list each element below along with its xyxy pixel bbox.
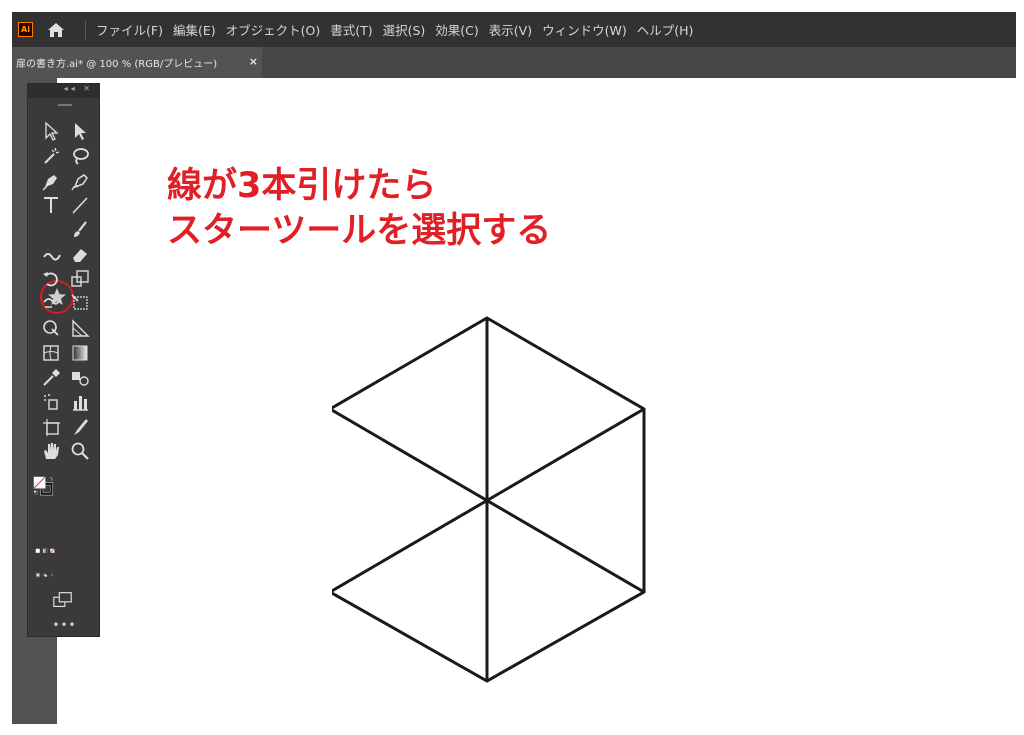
drawing-mode-buttons[interactable] — [35, 564, 95, 580]
column-graph-tool-icon[interactable] — [69, 391, 91, 413]
line-segment-tool-icon[interactable] — [69, 194, 91, 216]
fill-stroke-swatches[interactable] — [33, 476, 93, 536]
symbol-sprayer-tool-icon[interactable] — [40, 391, 62, 413]
annotation-line-2: スターツールを選択する — [167, 211, 552, 251]
menu-view[interactable]: 表示(V) — [489, 20, 532, 39]
menu-object[interactable]: オブジェクト(O) — [226, 20, 321, 39]
panel-header[interactable]: ◂◂ ✕ — [28, 84, 99, 98]
eyedropper-tool-icon[interactable] — [40, 367, 62, 389]
document-tab-label: 扉の書き方.ai* @ 100 % (RGB/プレビュー) — [16, 59, 218, 70]
close-tab-icon[interactable]: × — [249, 55, 258, 68]
hand-tool-icon[interactable] — [40, 440, 62, 462]
perspective-grid-tool-icon[interactable] — [69, 317, 91, 339]
scale-tool-icon[interactable] — [69, 268, 91, 290]
direct-selection-tool-icon[interactable] — [69, 120, 91, 142]
curvature-tool-icon[interactable] — [69, 170, 91, 192]
eraser-tool-icon[interactable] — [69, 243, 91, 265]
tools-panel: ◂◂ ✕ ••• — [27, 83, 100, 637]
app-logo: Ai — [18, 22, 33, 37]
screen-mode-icon[interactable] — [52, 589, 76, 609]
rotate-tool-icon[interactable] — [40, 268, 62, 290]
menu-effect[interactable]: 効果(C) — [435, 20, 478, 39]
menu-items: ファイル(F) 編集(E) オブジェクト(O) 書式(T) 選択(S) 効果(C… — [96, 20, 703, 39]
document-tab-bar: 扉の書き方.ai* @ 100 % (RGB/プレビュー) × — [12, 47, 1016, 78]
warp-tool-icon[interactable] — [40, 292, 62, 314]
menu-window[interactable]: ウィンドウ(W) — [542, 20, 627, 39]
instruction-annotation: 線が3本引けたら スターツールを選択する — [167, 164, 551, 254]
slice-tool-icon[interactable] — [69, 416, 91, 438]
menu-help[interactable]: ヘルプ(H) — [637, 20, 694, 39]
home-icon[interactable] — [47, 21, 67, 39]
lasso-tool-icon[interactable] — [69, 145, 91, 167]
menu-type[interactable]: 書式(T) — [330, 20, 372, 39]
more-tools-button[interactable]: ••• — [28, 618, 101, 632]
gradient-tool-icon[interactable] — [69, 342, 91, 364]
shape-builder-tool-icon[interactable] — [40, 317, 62, 339]
pen-tool-icon[interactable] — [40, 170, 62, 192]
illustrator-window: Ai ファイル(F) 編集(E) オブジェクト(O) 書式(T) 選択(S) 効… — [12, 12, 1016, 724]
shaper-tool-icon[interactable] — [40, 243, 62, 265]
document-tab[interactable]: 扉の書き方.ai* @ 100 % (RGB/プレビュー) × — [12, 47, 262, 78]
menu-select[interactable]: 選択(S) — [383, 20, 426, 39]
magic-wand-tool-icon[interactable] — [40, 145, 62, 167]
menu-divider — [85, 19, 86, 40]
menu-file[interactable]: ファイル(F) — [96, 20, 163, 39]
menu-edit[interactable]: 編集(E) — [173, 20, 216, 39]
free-transform-tool-icon[interactable] — [69, 292, 91, 314]
mesh-tool-icon[interactable] — [40, 342, 62, 364]
panel-grip[interactable] — [58, 104, 72, 106]
blend-tool-icon[interactable] — [69, 367, 91, 389]
color-mode-buttons[interactable] — [35, 540, 95, 556]
hexagon-drawing[interactable] — [332, 316, 672, 691]
collapse-close-icon[interactable]: ◂◂ ✕ — [64, 84, 93, 93]
selection-tool-icon[interactable] — [40, 120, 62, 142]
paintbrush-tool-icon[interactable] — [69, 219, 91, 241]
annotation-line-1: 線が3本引けたら — [167, 166, 437, 206]
artboard-tool-icon[interactable] — [40, 416, 62, 438]
zoom-tool-icon[interactable] — [69, 440, 91, 462]
menu-bar: Ai ファイル(F) 編集(E) オブジェクト(O) 書式(T) 選択(S) 効… — [12, 12, 1016, 47]
type-tool-icon[interactable] — [40, 194, 62, 216]
